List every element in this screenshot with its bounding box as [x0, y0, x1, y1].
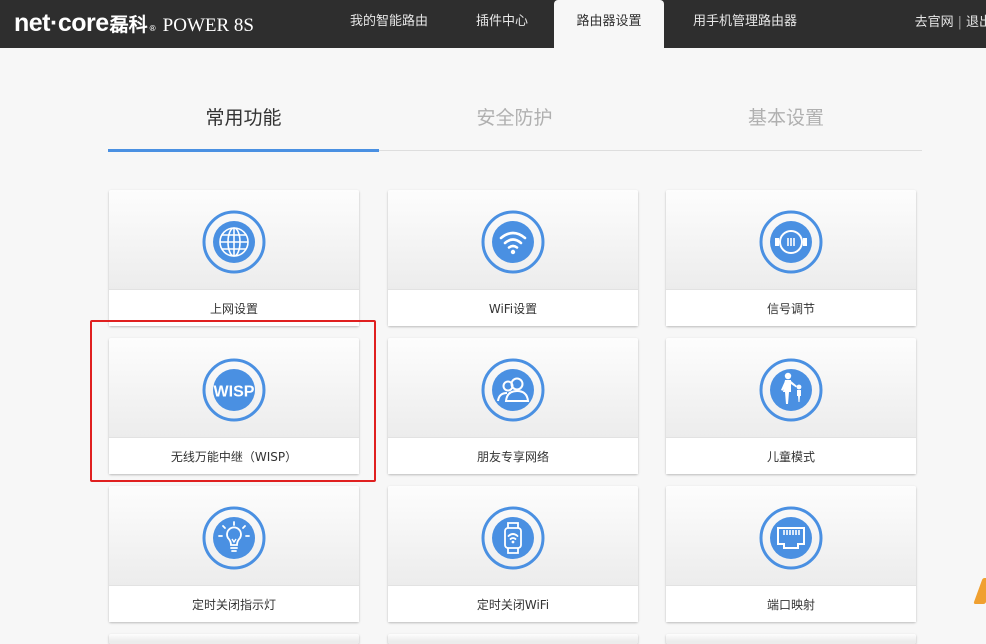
nav-mobile-manage[interactable]: 用手机管理路由器	[674, 0, 816, 48]
nav-router-settings[interactable]: 路由器设置	[554, 0, 664, 48]
card-label: 信号调节	[666, 289, 916, 326]
friends-icon	[481, 358, 545, 422]
card-signal-tuning[interactable]: 信号调节	[666, 190, 916, 326]
model-name: POWER 8S	[162, 15, 254, 36]
registered-mark: ®	[148, 24, 157, 33]
nav-my-router[interactable]: 我的智能路由	[330, 0, 448, 48]
card-label: 朋友专享网络	[388, 437, 638, 474]
wisp-icon: WISP	[202, 358, 266, 422]
top-links: 去官网 | 退出	[915, 0, 986, 48]
card-led-timer[interactable]: 定时关闭指示灯	[109, 486, 359, 622]
wifi-icon	[481, 210, 545, 274]
logout-link[interactable]: 退出	[966, 15, 986, 30]
active-tab-indicator	[108, 149, 379, 152]
card-internet-settings[interactable]: 上网设置	[109, 190, 359, 326]
card-label: 定时关闭指示灯	[109, 585, 359, 622]
card-partial	[109, 634, 359, 644]
card-wifi-timer[interactable]: 定时关闭WiFi	[388, 486, 638, 622]
nav-plugin-center[interactable]: 插件中心	[458, 0, 546, 48]
card-wisp[interactable]: WISP 无线万能中继（WISP）	[109, 338, 359, 474]
tab-common-functions[interactable]: 常用功能	[108, 103, 379, 133]
top-bar: net·core 磊科 ® POWER 8S 我的智能路由 插件中心 路由器设置 …	[0, 0, 986, 48]
card-label: 无线万能中继（WISP）	[109, 437, 359, 474]
tab-security[interactable]: 安全防护	[379, 103, 650, 133]
card-port-mapping[interactable]: 端口映射	[666, 486, 916, 622]
link-separator: |	[957, 15, 962, 30]
brand-chinese: 磊科	[109, 14, 148, 36]
card-label: 定时关闭WiFi	[388, 585, 638, 622]
card-partial	[666, 634, 916, 644]
card-wifi-settings[interactable]: WiFi设置	[388, 190, 638, 326]
watch-wifi-icon	[481, 506, 545, 570]
card-label: WiFi设置	[388, 289, 638, 326]
official-site-link[interactable]: 去官网	[915, 15, 954, 30]
card-friends-network[interactable]: 朋友专享网络	[388, 338, 638, 474]
child-icon	[759, 358, 823, 422]
wisp-icon-text: WISP	[214, 384, 255, 401]
signal-tuner-icon	[759, 210, 823, 274]
card-child-mode[interactable]: 儿童模式	[666, 338, 916, 474]
ethernet-port-icon	[759, 506, 823, 570]
brand-logo[interactable]: net·core 磊科 ® POWER 8S	[14, 9, 254, 39]
globe-icon	[202, 210, 266, 274]
bulb-icon	[202, 506, 266, 570]
floating-widget-edge	[973, 578, 986, 604]
card-label: 儿童模式	[666, 437, 916, 474]
logo-text: net·core	[14, 9, 109, 37]
card-label: 上网设置	[109, 289, 359, 326]
tab-basic-settings[interactable]: 基本设置	[650, 103, 922, 133]
card-partial	[388, 634, 638, 644]
card-label: 端口映射	[666, 585, 916, 622]
